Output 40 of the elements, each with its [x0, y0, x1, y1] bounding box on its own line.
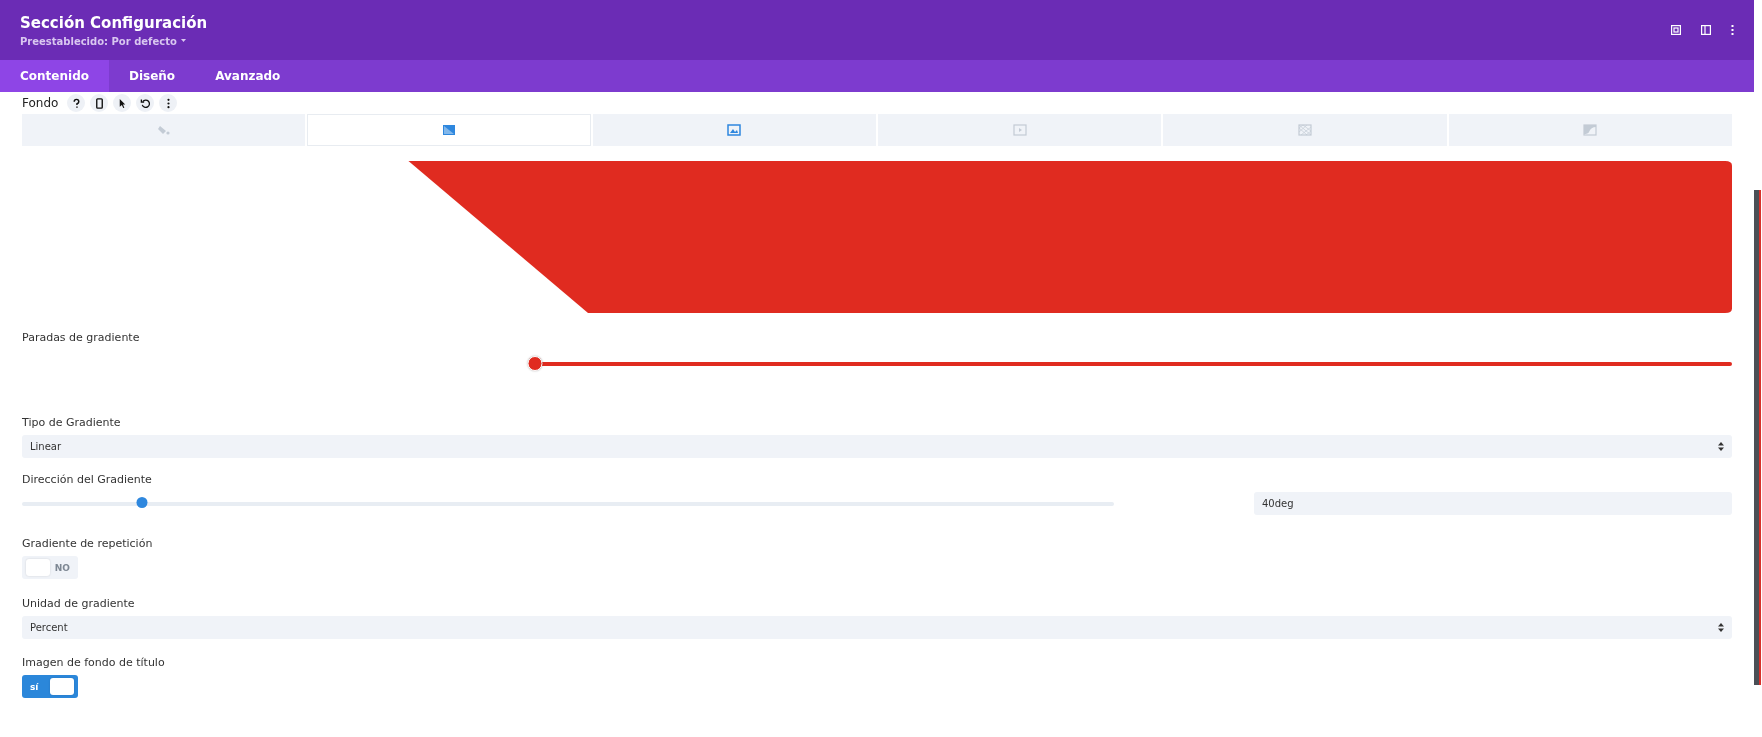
grid-icon[interactable]	[1671, 25, 1681, 35]
field-label: Tipo de Gradiente	[22, 416, 122, 429]
direction-input[interactable]: 40deg	[1254, 492, 1732, 515]
scrollbar[interactable]	[1754, 190, 1761, 685]
tab[interactable]: Avanzado	[195, 60, 301, 92]
tab[interactable]: Contenido	[0, 60, 109, 92]
video-icon	[1012, 124, 1027, 136]
preset-selector[interactable]: Preestablecido: Por defecto	[20, 35, 208, 47]
image-icon	[727, 124, 742, 136]
field-label: Dirección del Gradiente	[22, 473, 153, 486]
field-label: Fondo	[22, 96, 59, 110]
title-image-toggle[interactable]: sí	[22, 675, 78, 698]
repeat-toggle[interactable]: NO	[22, 556, 78, 579]
help-button[interactable]	[67, 94, 86, 112]
select-arrows-icon	[1718, 623, 1724, 632]
gradient-type-select[interactable]: Linear	[22, 435, 1732, 458]
pattern-icon	[1298, 124, 1312, 136]
field-label: Unidad de gradiente	[22, 597, 136, 610]
phone-icon	[93, 97, 105, 109]
caret-icon	[180, 39, 186, 43]
hover-button[interactable]	[113, 94, 132, 112]
field-label: Gradiente de repetición	[22, 537, 154, 550]
more-icon[interactable]	[1731, 25, 1734, 35]
responsive-button[interactable]	[90, 94, 109, 112]
reset-button[interactable]	[136, 94, 155, 112]
slider-handle[interactable]	[136, 496, 148, 508]
gradient-icon	[442, 124, 456, 136]
modal-title: Sección Configuración	[20, 13, 208, 32]
gradient-stop-handle[interactable]	[527, 356, 543, 371]
more-button[interactable]	[159, 94, 178, 112]
select-arrows-icon	[1718, 442, 1724, 451]
field-label: Imagen de fondo de título	[22, 656, 166, 669]
mask-icon	[1583, 124, 1598, 136]
help-icon	[70, 97, 82, 109]
paint-bucket-icon	[156, 124, 171, 136]
undo-icon	[139, 97, 151, 109]
gradient-unit-select[interactable]: Percent	[22, 616, 1732, 639]
columns-icon[interactable]	[1701, 25, 1711, 35]
tab[interactable]: Diseño	[108, 60, 196, 92]
field-label: Paradas de gradiente	[22, 331, 141, 344]
